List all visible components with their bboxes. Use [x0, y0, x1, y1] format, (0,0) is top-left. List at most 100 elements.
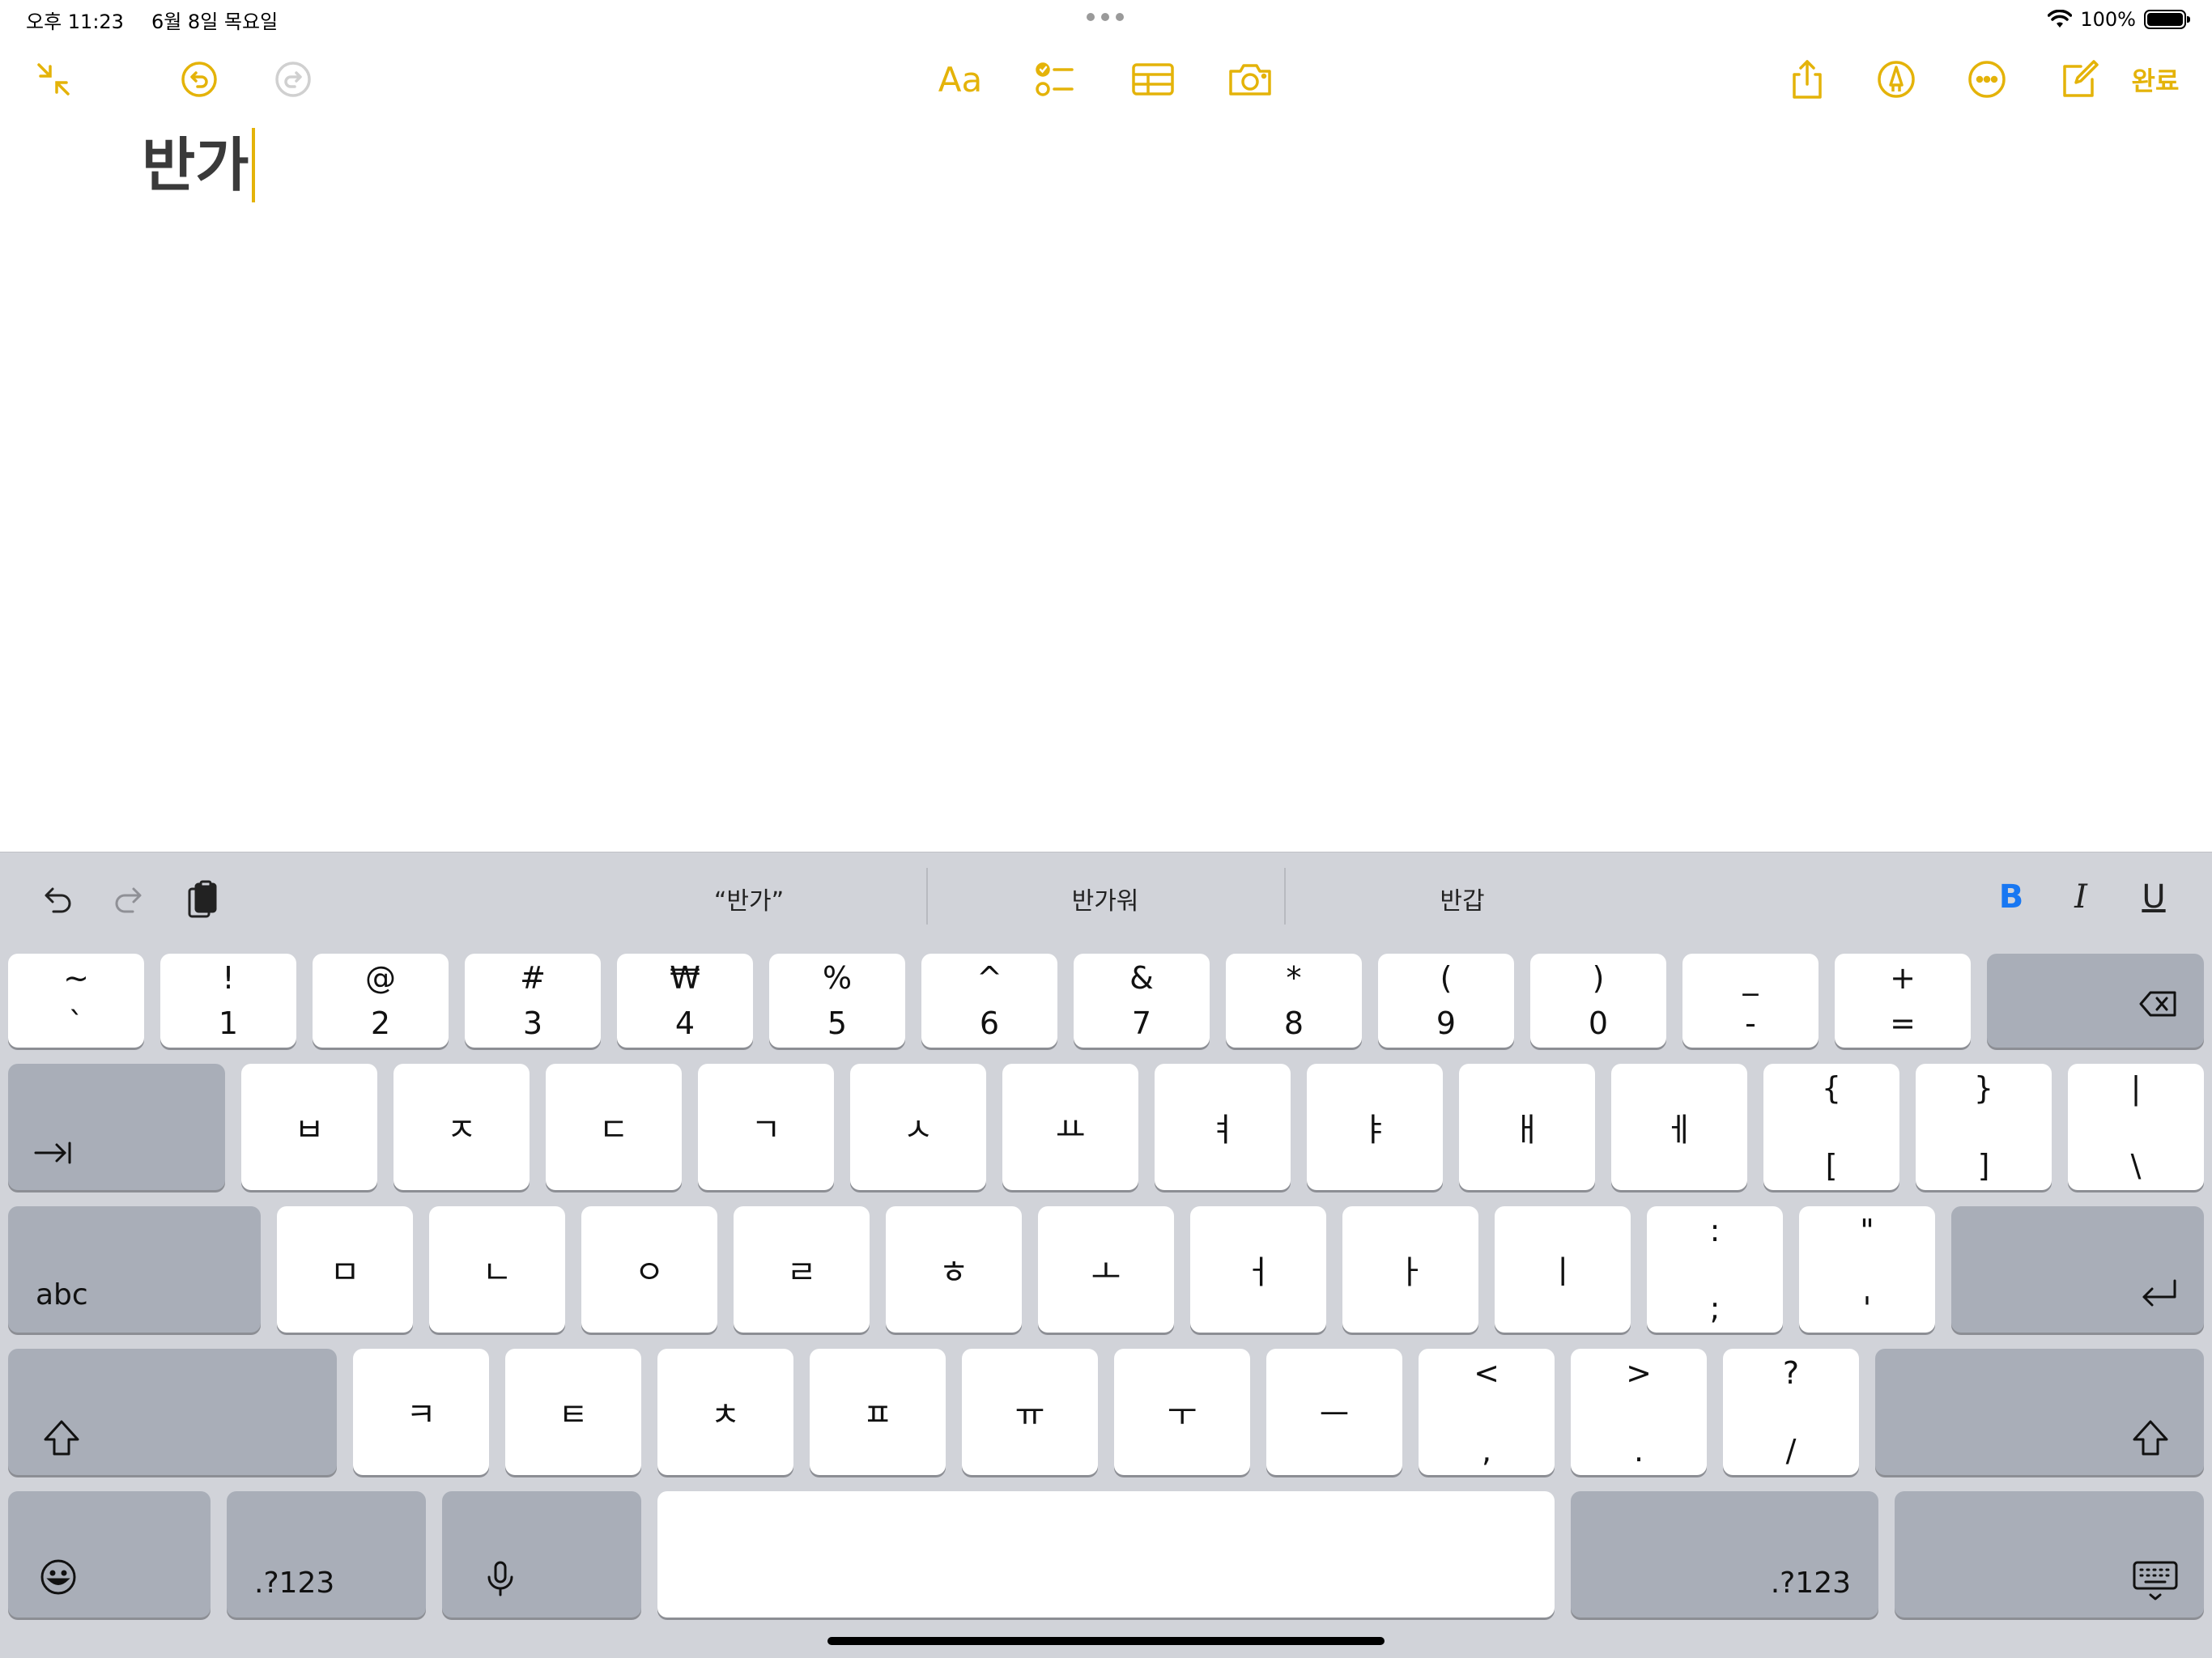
letter-key[interactable]: ㅓ	[1190, 1206, 1326, 1333]
key-label: ㅐ	[1512, 1112, 1542, 1149]
more-button[interactable]	[1964, 53, 2010, 105]
symbol-key[interactable]: :;	[1647, 1206, 1783, 1333]
redo-button[interactable]	[270, 53, 316, 105]
return-key[interactable]	[1951, 1206, 2204, 1333]
key-shift-label: *	[1286, 960, 1302, 996]
letter-key[interactable]: ㅊ	[657, 1349, 793, 1475]
letter-key[interactable]: ㄴ	[429, 1206, 565, 1333]
suggestion-3[interactable]: 반갑	[1300, 874, 1624, 923]
letter-key[interactable]: ㅋ	[353, 1349, 489, 1475]
letter-key[interactable]: ㅜ	[1114, 1349, 1250, 1475]
number-key[interactable]: * 8	[1226, 954, 1362, 1048]
number-key[interactable]: _ -	[1682, 954, 1819, 1048]
suggestion-2[interactable]: 반가워	[943, 874, 1267, 923]
number-key[interactable]: % 5	[769, 954, 905, 1048]
key-label: '	[1862, 1290, 1872, 1326]
microphone-icon	[487, 1561, 513, 1596]
bold-button[interactable]: B	[1987, 873, 2035, 921]
letter-key[interactable]: ㅁ	[277, 1206, 413, 1333]
number-key[interactable]: ) 0	[1530, 954, 1666, 1048]
battery-icon	[2144, 10, 2190, 29]
letter-key[interactable]: ㅍ	[810, 1349, 946, 1475]
kb-undo-button[interactable]	[34, 876, 79, 925]
letter-key[interactable]: ㅎ	[886, 1206, 1022, 1333]
letter-key[interactable]: ㄷ	[546, 1064, 682, 1190]
letter-key[interactable]: ㅌ	[505, 1349, 641, 1475]
compose-button[interactable]	[2057, 53, 2102, 105]
letter-key[interactable]: ㅔ	[1611, 1064, 1747, 1190]
home-indicator[interactable]	[827, 1637, 1385, 1645]
multitasking-dots[interactable]	[1087, 13, 1124, 21]
letter-key[interactable]: ㅠ	[962, 1349, 1098, 1475]
share-button[interactable]	[1784, 53, 1830, 105]
suggestion-1[interactable]: “반가”	[587, 874, 911, 923]
abc-key[interactable]: abc	[8, 1206, 261, 1333]
symbol-key[interactable]: ? /	[1723, 1349, 1859, 1475]
letter-key[interactable]: ㅅ	[850, 1064, 986, 1190]
checklist-button[interactable]	[1033, 53, 1078, 105]
compose-icon	[2063, 60, 2099, 97]
key-shift-label: "	[1860, 1213, 1874, 1248]
key-label: ㅔ	[1664, 1112, 1695, 1149]
numbers-key-right[interactable]: .?123	[1571, 1491, 1878, 1618]
letter-key[interactable]: ㅂ	[241, 1064, 377, 1190]
undo-button[interactable]	[177, 53, 222, 105]
key-shift-label: :	[1709, 1213, 1721, 1248]
kb-paste-button[interactable]	[180, 876, 225, 925]
shift-key-left[interactable]	[8, 1349, 337, 1475]
number-key[interactable]: #3	[465, 954, 601, 1048]
number-key[interactable]: ! 1	[160, 954, 296, 1048]
letter-key[interactable]: ㄹ	[734, 1206, 870, 1333]
number-key[interactable]: ₩4	[617, 954, 753, 1048]
key-label: ㄱ	[751, 1112, 781, 1149]
collapse-button[interactable]	[31, 53, 76, 105]
tab-key[interactable]	[8, 1064, 225, 1190]
letter-key[interactable]: ㄱ	[698, 1064, 834, 1190]
tab-icon	[34, 1141, 71, 1164]
space-key[interactable]	[657, 1491, 1555, 1618]
emoji-key[interactable]	[8, 1491, 211, 1618]
dictation-key[interactable]	[442, 1491, 641, 1618]
letter-key[interactable]: ㅇ	[581, 1206, 717, 1333]
symbol-key[interactable]: | \	[2068, 1064, 2204, 1190]
key-label: ㅡ	[1319, 1397, 1350, 1434]
key-label: [	[1825, 1148, 1838, 1184]
format-button[interactable]: Aa	[934, 53, 986, 105]
number-key[interactable]: @2	[313, 954, 449, 1048]
italic-button[interactable]: I	[2057, 873, 2105, 921]
symbol-key[interactable]: }]	[1916, 1064, 2052, 1190]
dismiss-keyboard-key[interactable]	[1895, 1491, 2204, 1618]
letter-key[interactable]: ㅐ	[1459, 1064, 1595, 1190]
number-key[interactable]: (9	[1378, 954, 1514, 1048]
key-label: -	[1745, 1005, 1756, 1041]
symbol-key[interactable]: >.	[1571, 1349, 1707, 1475]
letter-key[interactable]: ㅈ	[393, 1064, 530, 1190]
letter-key[interactable]: ㅕ	[1155, 1064, 1291, 1190]
number-key[interactable]: ^ 6	[921, 954, 1057, 1048]
numbers-key-left[interactable]: .?123	[227, 1491, 426, 1618]
number-key[interactable]: & 7	[1074, 954, 1210, 1048]
key-shift-label: ?	[1782, 1355, 1800, 1391]
letter-key[interactable]: ㅣ	[1495, 1206, 1631, 1333]
letter-key[interactable]: ㅡ	[1266, 1349, 1402, 1475]
note-editor[interactable]: 반가	[142, 128, 256, 202]
suggestion-1-label: “반가”	[713, 887, 785, 916]
symbol-key[interactable]: {[	[1763, 1064, 1899, 1190]
camera-button[interactable]	[1227, 53, 1273, 105]
letter-key[interactable]: ㅑ	[1307, 1064, 1443, 1190]
kb-redo-button[interactable]	[107, 876, 152, 925]
underline-button[interactable]: U	[2129, 873, 2178, 921]
letter-key[interactable]: ㅏ	[1342, 1206, 1478, 1333]
symbol-key[interactable]: <,	[1419, 1349, 1555, 1475]
shift-key-right[interactable]	[1875, 1349, 2204, 1475]
key-label: .	[1633, 1433, 1644, 1469]
letter-key[interactable]: ㅗ	[1038, 1206, 1174, 1333]
number-key[interactable]: ~ `	[8, 954, 144, 1048]
letter-key[interactable]: ㅛ	[1002, 1064, 1138, 1190]
number-key[interactable]: + =	[1835, 954, 1971, 1048]
table-button[interactable]	[1130, 53, 1176, 105]
delete-key[interactable]	[1987, 954, 2204, 1048]
done-button[interactable]: 완료	[2126, 53, 2184, 105]
symbol-key[interactable]: " '	[1799, 1206, 1935, 1333]
markup-button[interactable]	[1874, 53, 1919, 105]
